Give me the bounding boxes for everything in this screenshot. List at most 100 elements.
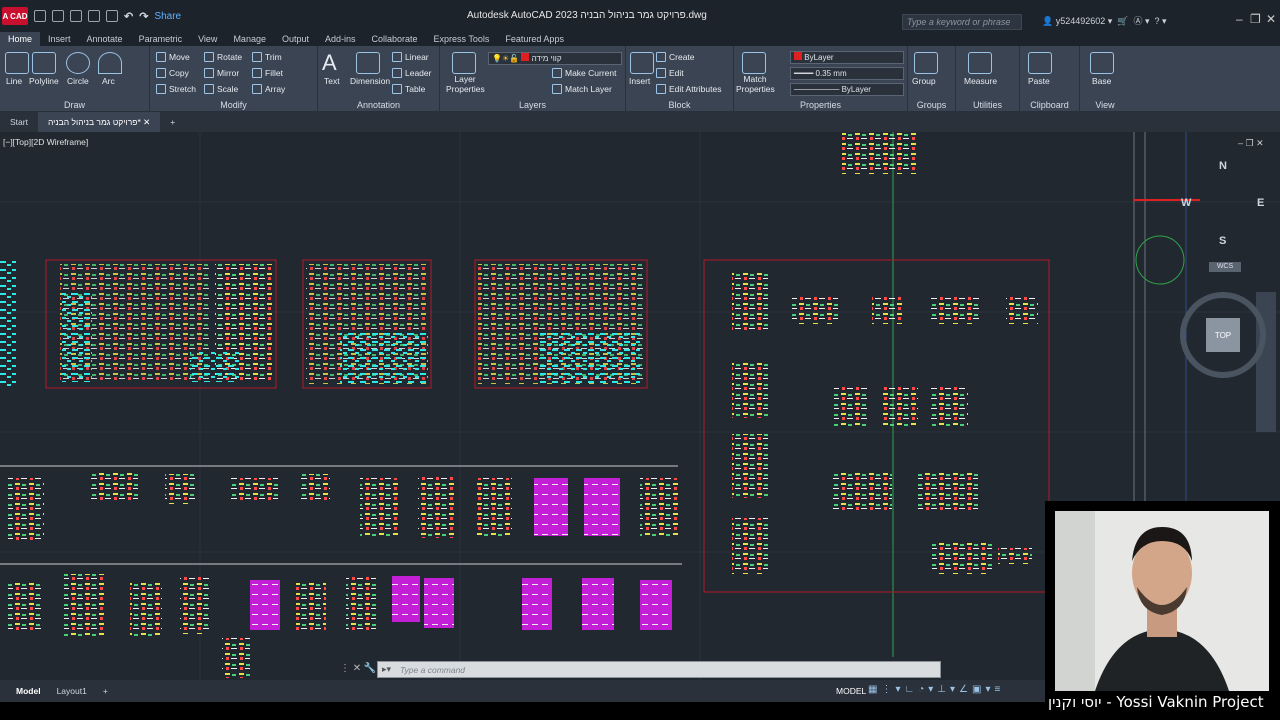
copy-button[interactable]: Copy — [156, 68, 189, 78]
create-block-button[interactable]: Create — [656, 52, 695, 62]
line-icon[interactable] — [5, 52, 29, 74]
linear-button[interactable]: Linear — [392, 52, 429, 62]
viewcube[interactable]: TOP — [1180, 292, 1266, 378]
polyline-icon[interactable] — [32, 52, 56, 74]
match-layer-button[interactable]: Match Layer — [552, 84, 612, 94]
compass-east[interactable]: E — [1257, 197, 1264, 209]
draw-panel-title[interactable]: Draw — [0, 100, 149, 110]
match-properties-icon[interactable] — [742, 52, 766, 74]
layer-properties-icon[interactable] — [452, 52, 476, 74]
block-panel-title[interactable]: Block — [626, 100, 733, 110]
measure-icon[interactable] — [968, 52, 992, 74]
model-space-indicator[interactable]: MODEL — [836, 686, 866, 696]
command-input[interactable]: Type a command — [400, 665, 465, 675]
tab-insert[interactable]: Insert — [40, 32, 79, 46]
polyline-button[interactable]: Polyline — [29, 76, 59, 86]
move-button[interactable]: Move — [156, 52, 190, 62]
insert-icon[interactable] — [630, 52, 654, 74]
dimension-button[interactable]: Dimension — [350, 76, 390, 86]
trim-button[interactable]: Trim — [252, 52, 282, 62]
add-layout-icon[interactable]: + — [95, 686, 116, 696]
user-account[interactable]: 👤 y524492602 ▾ 🛒 Ⓐ ▾ ? ▾ — [1042, 14, 1167, 27]
tab-annotate[interactable]: Annotate — [79, 32, 131, 46]
text-icon[interactable]: A — [322, 50, 337, 76]
minimize-icon[interactable]: – — [1236, 12, 1243, 26]
command-line-handle[interactable]: ⋮ ✕ 🔧 — [340, 663, 376, 674]
redo-icon[interactable]: ↷ — [139, 10, 148, 23]
layers-panel-title[interactable]: Layers — [440, 100, 625, 110]
undo-icon[interactable]: ↶ — [124, 10, 133, 23]
arc-icon[interactable] — [98, 52, 122, 74]
share-button[interactable]: Share — [154, 11, 181, 22]
open-icon[interactable] — [52, 10, 64, 22]
edit-attributes-button[interactable]: Edit Attributes — [656, 84, 721, 94]
save-icon[interactable] — [70, 10, 82, 22]
tab-manage[interactable]: Manage — [225, 32, 274, 46]
status-toggle-icons[interactable]: ▦⋮▾∟◔▾⊥▾∠▣▾≡ — [868, 684, 1004, 695]
mirror-button[interactable]: Mirror — [204, 68, 239, 78]
stretch-button[interactable]: Stretch — [156, 84, 196, 94]
tab-view[interactable]: View — [190, 32, 225, 46]
paste-icon[interactable] — [1028, 52, 1052, 74]
base-view-button[interactable]: Base — [1092, 76, 1111, 86]
tab-express-tools[interactable]: Express Tools — [426, 32, 498, 46]
base-view-icon[interactable] — [1090, 52, 1114, 74]
measure-button[interactable]: Measure — [964, 76, 997, 86]
layout1-tab[interactable]: Layout1 — [49, 686, 95, 696]
close-tab-icon[interactable]: ✕ — [143, 117, 150, 127]
clipboard-panel-title[interactable]: Clipboard — [1020, 100, 1079, 110]
paste-button[interactable]: Paste — [1028, 76, 1050, 86]
arc-button[interactable]: Arc — [102, 76, 115, 86]
new-tab-icon[interactable]: + — [160, 112, 185, 132]
line-button[interactable]: Line — [6, 76, 22, 86]
drawing-tab[interactable]: פרויקט גמר בניהול הבניה* ✕ — [37, 112, 161, 132]
properties-panel-title[interactable]: Properties — [734, 100, 907, 110]
autocad-logo[interactable]: A CAD — [2, 7, 28, 25]
make-current-button[interactable]: Make Current — [552, 68, 617, 78]
rotate-button[interactable]: Rotate — [204, 52, 242, 62]
viewcube-top[interactable]: TOP — [1206, 318, 1240, 352]
leader-button[interactable]: Leader — [392, 68, 431, 78]
group-button[interactable]: Group — [912, 76, 936, 86]
close-icon[interactable]: ✕ — [1266, 12, 1276, 26]
model-tab[interactable]: Model — [8, 686, 49, 696]
scale-button[interactable]: Scale — [204, 84, 238, 94]
group-icon[interactable] — [914, 52, 938, 74]
lineweight-dropdown[interactable]: ━━━━ 0.35 mm — [790, 67, 904, 80]
circle-button[interactable]: Circle — [67, 76, 89, 86]
utilities-panel-title[interactable]: Utilities — [956, 100, 1019, 110]
search-input[interactable]: Type a keyword or phrase — [902, 14, 1022, 30]
command-line[interactable]: ▸▾ Type a command — [377, 661, 941, 678]
tab-addins[interactable]: Add-ins — [317, 32, 364, 46]
fillet-button[interactable]: Fillet — [252, 68, 283, 78]
insert-button[interactable]: Insert — [629, 76, 650, 86]
tab-home[interactable]: Home — [0, 32, 41, 46]
wcs-menu[interactable]: WCS — [1209, 262, 1241, 272]
color-dropdown[interactable]: ByLayer — [790, 51, 904, 64]
groups-panel-title[interactable]: Groups — [908, 100, 955, 110]
compass-north[interactable]: N — [1219, 160, 1227, 172]
viewport-window-controls[interactable]: – ❐ ✕ — [1238, 138, 1264, 149]
tab-collaborate[interactable]: Collaborate — [364, 32, 426, 46]
tab-featured-apps[interactable]: Featured Apps — [497, 32, 572, 46]
text-button[interactable]: Text — [324, 76, 340, 86]
new-icon[interactable] — [34, 10, 46, 22]
restore-icon[interactable]: ❐ — [1250, 12, 1261, 26]
dimension-icon[interactable] — [356, 52, 380, 74]
match-properties-button[interactable]: Match Properties — [736, 74, 775, 94]
compass-south[interactable]: S — [1219, 235, 1226, 247]
layer-dropdown[interactable]: 💡☀🔓 קווי מידה — [488, 52, 622, 65]
saveas-icon[interactable] — [88, 10, 100, 22]
table-button[interactable]: Table — [392, 84, 425, 94]
tab-parametric[interactable]: Parametric — [131, 32, 191, 46]
linetype-dropdown[interactable]: ──────── ByLayer — [790, 83, 904, 96]
view-panel-title[interactable]: View — [1080, 100, 1130, 110]
layer-properties-button[interactable]: Layer Properties — [446, 74, 485, 94]
circle-icon[interactable] — [66, 52, 90, 74]
modify-panel-title[interactable]: Modify — [150, 100, 317, 110]
annotation-panel-title[interactable]: Annotation — [318, 100, 439, 110]
tab-output[interactable]: Output — [274, 32, 317, 46]
print-icon[interactable] — [106, 10, 118, 22]
array-button[interactable]: Array — [252, 84, 285, 94]
start-tab[interactable]: Start — [0, 112, 38, 132]
